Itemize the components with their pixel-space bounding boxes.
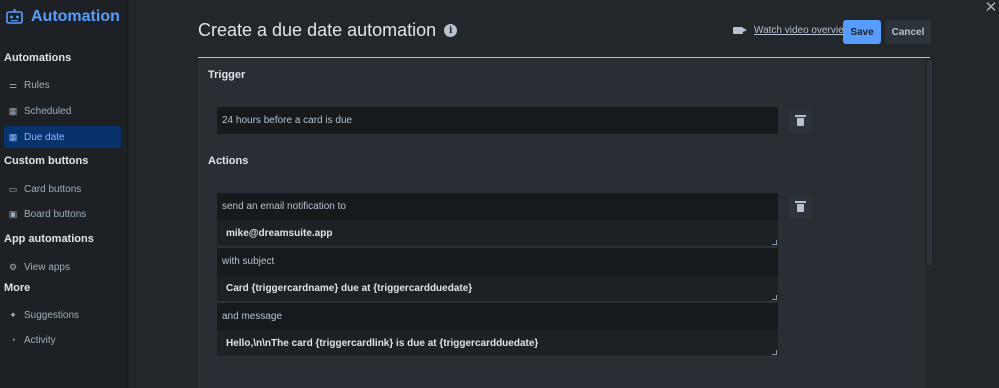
- section-heading-automations: Automations: [4, 52, 72, 64]
- email-message-field[interactable]: Hello,\n\nThe card {triggercardlink} is …: [217, 330, 778, 357]
- trigger-heading: Trigger: [208, 69, 246, 81]
- app-title: Automation: [31, 8, 120, 25]
- delete-action-button[interactable]: [789, 196, 812, 219]
- section-heading-custom-buttons: Custom buttons: [4, 155, 89, 167]
- video-camera-icon: [733, 27, 747, 34]
- resize-handle-icon[interactable]: [772, 350, 777, 355]
- sidebar-item-label: Suggestions: [24, 309, 80, 321]
- video-link-label: Watch video overview: [754, 25, 851, 36]
- activity-icon: ◔: [10, 335, 16, 345]
- resize-handle-icon[interactable]: [772, 240, 777, 245]
- watch-video-link[interactable]: Watch video overview: [733, 25, 851, 36]
- board-icon: ▣: [8, 209, 18, 219]
- scrollbar-thumb[interactable]: [927, 60, 932, 265]
- brand[interactable]: Automation: [6, 6, 120, 28]
- calendar-clock-icon: ▦: [8, 132, 18, 142]
- resize-handle-icon[interactable]: [772, 295, 777, 300]
- sidebar-item-label: Activity: [24, 334, 56, 346]
- sidebar-item-suggestions[interactable]: ✦ Suggestions: [4, 304, 121, 326]
- sidebar-item-card-buttons[interactable]: ▭ Card buttons: [4, 178, 121, 200]
- email-subject-value: Card {triggercardname} due at {triggerca…: [226, 282, 473, 294]
- automation-robot-icon: [6, 9, 23, 24]
- trash-icon: [795, 114, 806, 126]
- info-icon[interactable]: i: [444, 24, 458, 37]
- action-text: send an email notification to: [217, 193, 778, 220]
- sidebar-item-label: Due date: [24, 131, 65, 143]
- sidebar-item-label: Board buttons: [24, 208, 87, 220]
- sidebar-item-scheduled[interactable]: ▦ Scheduled: [4, 100, 121, 122]
- sparkle-icon: ✦: [9, 310, 17, 320]
- actions-heading: Actions: [208, 155, 249, 167]
- calendar-icon: ▦: [8, 106, 18, 116]
- action-text: and message: [217, 303, 778, 330]
- page-title-text: Create a due date automation: [198, 20, 437, 40]
- section-heading-more: More: [4, 282, 31, 294]
- sidebar-item-label: Rules: [24, 79, 50, 91]
- sidebar: Automation Automations ⚌ Rules ▦ Schedul…: [0, 0, 128, 388]
- page-title: Create a due date automation i: [198, 20, 458, 41]
- email-subject-field[interactable]: Card {triggercardname} due at {triggerca…: [217, 275, 778, 302]
- cancel-button[interactable]: Cancel: [885, 20, 931, 44]
- sidebar-item-label: Card buttons: [24, 183, 82, 195]
- main-content: Create a due date automation i Watch vid…: [129, 0, 999, 388]
- sidebar-item-label: Scheduled: [24, 105, 72, 117]
- delete-trigger-button[interactable]: [789, 110, 812, 133]
- save-button[interactable]: Save: [843, 20, 881, 44]
- email-message-value: Hello,\n\nThe card {triggercardlink} is …: [226, 337, 539, 349]
- sidebar-item-rules[interactable]: ⚌ Rules: [4, 74, 121, 96]
- sidebar-item-board-buttons[interactable]: ▣ Board buttons: [4, 203, 121, 225]
- sidebar-item-due-date[interactable]: ▦ Due date: [4, 126, 121, 148]
- trash-icon: [795, 200, 806, 212]
- sidebar-item-activity[interactable]: ◔ Activity: [4, 329, 121, 351]
- card-icon: ▭: [8, 184, 18, 194]
- section-heading-app-automations: App automations: [4, 233, 94, 245]
- email-recipient-field[interactable]: mike@dreamsuite.app: [217, 220, 778, 247]
- action-text: with subject: [217, 248, 778, 275]
- sliders-icon: ⚌: [8, 80, 18, 90]
- sidebar-item-label: View apps: [24, 261, 70, 273]
- trigger-field[interactable]: 24 hours before a card is due: [217, 107, 778, 134]
- email-recipient-value: mike@dreamsuite.app: [226, 227, 333, 239]
- sidebar-item-view-apps[interactable]: ⚙ View apps: [4, 256, 121, 278]
- gear-icon: ⚙: [8, 262, 18, 272]
- close-icon[interactable]: ✕: [984, 0, 998, 15]
